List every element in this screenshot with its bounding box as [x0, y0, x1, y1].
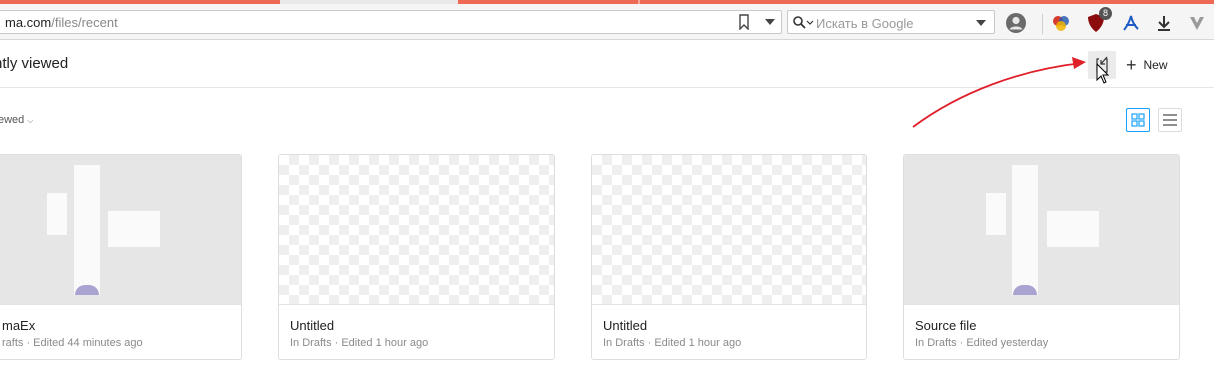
url-path: /files/recent: [51, 15, 118, 30]
toolbar-divider: [1042, 14, 1043, 34]
import-file-button[interactable]: [1088, 51, 1116, 79]
file-thumbnail: [904, 155, 1179, 305]
thumbnail-frame: [74, 165, 100, 295]
sort-dropdown[interactable]: ewed ⌵: [0, 114, 33, 126]
file-title: Untitled: [603, 318, 648, 333]
thumbnail-frame: [108, 211, 160, 247]
file-card[interactable]: Untitled In Drafts · Edited 1 hour ago: [591, 154, 867, 360]
search-bar[interactable]: Искать в Google: [787, 10, 995, 34]
thumbnail-frame: [986, 193, 1006, 235]
search-dropdown-icon[interactable]: [976, 20, 986, 26]
list-view-button[interactable]: [1158, 108, 1182, 132]
file-title: Untitled: [290, 318, 335, 333]
thumbnail-frame: [1047, 211, 1099, 247]
file-thumbnail: [279, 155, 554, 305]
ublock-shield-icon[interactable]: 8: [1085, 7, 1112, 34]
vivaldi-menu-icon[interactable]: [1186, 12, 1208, 34]
list-icon: [1163, 114, 1177, 126]
color-picker-extension-icon[interactable]: [1050, 12, 1072, 34]
file-meta: In Drafts · Edited 1 hour ago: [290, 337, 429, 349]
file-meta: In Drafts · Edited 1 hour ago: [603, 337, 742, 349]
file-thumbnail: [0, 155, 241, 305]
file-meta: rafts · Edited 44 minutes ago: [2, 337, 143, 349]
file-title: Source file: [915, 318, 977, 333]
profile-avatar-icon[interactable]: [1005, 12, 1027, 34]
new-file-label: New: [1143, 58, 1168, 72]
bookmark-icon[interactable]: [737, 14, 751, 30]
sort-label: ewed: [0, 114, 25, 126]
file-thumbnail: [592, 155, 866, 305]
thumbnail-frame: [1013, 285, 1037, 295]
file-title: maEx: [2, 318, 36, 333]
extension-badge: 8: [1099, 7, 1112, 20]
address-dropdown-icon[interactable]: [765, 19, 775, 25]
search-icon[interactable]: [792, 15, 814, 31]
grid-icon: [1131, 113, 1145, 127]
app-header: ntly viewed + New: [0, 41, 1214, 88]
new-file-button[interactable]: + New: [1126, 52, 1168, 78]
thumbnail-frame: [47, 193, 67, 235]
thumbnail-frame: [75, 285, 99, 295]
chevron-down-icon: ⌵: [27, 116, 34, 125]
address-bar[interactable]: ma.com/files/recent: [0, 10, 782, 34]
file-card[interactable]: maEx rafts · Edited 44 minutes ago: [0, 154, 242, 360]
plus-icon: +: [1126, 55, 1137, 75]
search-placeholder: Искать в Google: [816, 16, 914, 31]
file-card[interactable]: Untitled In Drafts · Edited 1 hour ago: [278, 154, 555, 360]
thumbnail-frame: [1012, 165, 1038, 295]
grid-view-button[interactable]: [1126, 108, 1150, 132]
download-icon[interactable]: [1153, 12, 1175, 34]
address-url[interactable]: ma.com/files/recent: [5, 15, 118, 30]
url-host: ma.com: [5, 15, 52, 30]
file-meta: In Drafts · Edited yesterday: [915, 337, 1049, 349]
acrobat-icon[interactable]: [1120, 12, 1142, 34]
import-icon: [1096, 56, 1108, 73]
browser-toolbar: ma.com/files/recent Искать в Google 8: [0, 4, 1214, 40]
file-card[interactable]: Source file In Drafts · Edited yesterday: [903, 154, 1180, 360]
page-title: ntly viewed: [0, 55, 69, 72]
